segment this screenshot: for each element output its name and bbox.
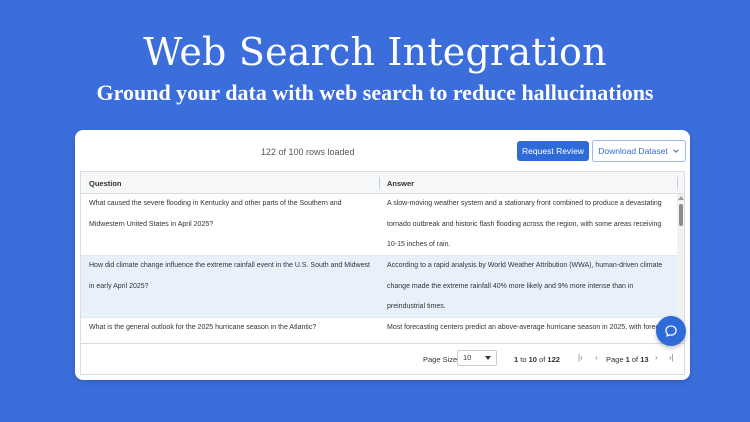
previous-page-icon[interactable]: ‹ (595, 353, 598, 362)
question-cell[interactable]: How did climate change influence the ext… (89, 256, 371, 297)
chat-button[interactable] (656, 316, 686, 346)
table-row[interactable]: What is the general outlook for the 2025… (81, 318, 684, 342)
page-word: Page (606, 355, 624, 364)
request-review-button[interactable]: Request Review (517, 141, 589, 161)
dataset-card: 122 of 100 rows loaded Request Review Do… (75, 130, 690, 380)
column-header-question[interactable]: Question (89, 179, 122, 188)
card-toolbar: 122 of 100 rows loaded Request Review Do… (75, 130, 690, 170)
download-dataset-label: Download Dataset (598, 146, 668, 156)
answer-cell[interactable]: A slow-moving weather system and a stati… (387, 194, 667, 256)
cell-line: Midwestern United States in April 2025? (89, 220, 214, 228)
grid-header: Question Answer (81, 172, 684, 194)
page-indicator: Page 1 of 13 (606, 355, 649, 364)
table-row-selected[interactable]: How did climate change influence the ext… (81, 256, 684, 318)
column-resize-handle[interactable] (379, 177, 380, 189)
question-cell[interactable]: What caused the severe flooding in Kentu… (89, 194, 371, 235)
row-range: 1 to 10 of 122 (514, 355, 560, 364)
scrollbar-thumb[interactable] (679, 204, 683, 226)
grid-body: What caused the severe flooding in Kentu… (81, 194, 684, 342)
question-cell[interactable]: What is the general outlook for the 2025… (89, 318, 371, 339)
answer-cell[interactable]: According to a rapid analysis by World W… (387, 256, 667, 318)
cell-line: What caused the severe flooding in Kentu… (89, 200, 342, 207)
table-row[interactable]: What caused the severe flooding in Kentu… (81, 194, 684, 256)
download-dataset-button[interactable]: Download Dataset (592, 140, 686, 162)
first-page-icon[interactable]: |‹ (578, 353, 583, 362)
cell-line: tornado outbreak and historic flash floo… (387, 220, 662, 228)
range-start: 1 (514, 355, 519, 364)
rows-loaded-status: 122 of 100 rows loaded (261, 147, 355, 157)
scroll-up-arrow-icon[interactable] (678, 196, 684, 200)
page-size-value: 10 (463, 353, 472, 362)
next-page-icon[interactable]: › (655, 353, 658, 362)
last-page-icon[interactable]: ›| (669, 353, 674, 362)
column-header-answer[interactable]: Answer (387, 179, 414, 188)
range-of: of (539, 355, 546, 364)
data-grid: Question Answer What caused the severe f… (80, 171, 685, 375)
page-size-label: Page Size: (423, 355, 460, 364)
range-total: 122 (547, 355, 560, 364)
page-total: 13 (640, 355, 649, 364)
cell-line: How did climate change influence the ext… (89, 262, 370, 269)
caret-down-icon (485, 356, 491, 360)
page-current: 1 (625, 355, 630, 364)
hero-subtitle: Ground your data with web search to redu… (96, 80, 654, 105)
hero-title: Web Search Integration (143, 30, 607, 74)
cell-line: A slow-moving weather system and a stati… (387, 200, 662, 207)
page-size-select[interactable]: 10 (457, 350, 497, 366)
cell-line: What is the general outlook for the 2025… (89, 324, 317, 331)
chevron-down-icon (672, 149, 679, 153)
cell-line: Most forecasting centers predict an abov… (387, 324, 663, 331)
pagination-bar: Page Size: 10 1 to 10 of 122 |‹ ‹ Page 1… (81, 343, 684, 373)
cell-line: preindustrial times. (387, 303, 446, 310)
range-end: 10 (528, 355, 537, 364)
answer-cell[interactable]: Most forecasting centers predict an abov… (387, 318, 667, 339)
cell-line: 10-15 inches of rain. (387, 241, 451, 248)
page-of: of (631, 355, 639, 364)
range-to: to (520, 355, 527, 364)
chat-bubble-icon (665, 325, 677, 337)
cell-line: in early April 2025? (89, 282, 149, 290)
cell-line: According to a rapid analysis by World W… (387, 262, 663, 269)
column-resize-handle[interactable] (677, 177, 678, 189)
cell-line: change made the extreme rainfall 40% mor… (387, 282, 634, 290)
